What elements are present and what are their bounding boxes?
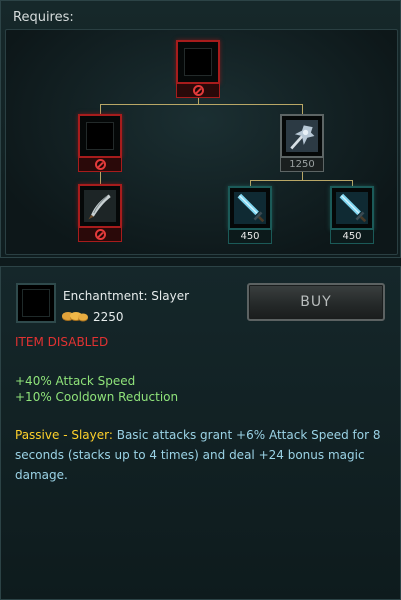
item-cost: 450: [342, 231, 362, 242]
tree-node-left-child[interactable]: [78, 114, 122, 172]
item-cost: 450: [240, 231, 260, 242]
tree-line: [250, 180, 352, 181]
disabled-icon: [193, 85, 204, 96]
tree-line: [100, 104, 302, 105]
requires-panel: Requires: 1250 450 450: [0, 0, 401, 258]
item-disabled-label: ITEM DISABLED: [15, 335, 109, 349]
item-slot: [330, 186, 374, 230]
tree-line: [100, 104, 101, 114]
item-stats: +40% Attack Speed +10% Cooldown Reductio…: [15, 373, 178, 405]
tree-node-dagger[interactable]: [78, 184, 122, 242]
item-icon: [16, 283, 56, 323]
item-name: Enchantment: Slayer: [63, 289, 190, 303]
requires-title: Requires:: [13, 10, 74, 25]
passive-name: Passive - Slayer:: [15, 428, 113, 442]
buy-button[interactable]: BUY: [247, 283, 385, 321]
item-total-cost: 2250: [93, 310, 124, 324]
disabled-icon: [95, 229, 106, 240]
recipe-tree: 1250 450 450: [5, 29, 398, 255]
tree-node-sword-1[interactable]: 450: [228, 186, 272, 244]
item-slot: [78, 184, 122, 228]
mace-icon: [286, 120, 318, 152]
item-slot: [280, 114, 324, 158]
item-slot: [176, 40, 220, 84]
stat-line: +10% Cooldown Reduction: [15, 390, 179, 404]
gold-coin-icon: [62, 312, 88, 322]
sword-icon: [336, 192, 368, 224]
item-slot: [78, 114, 122, 158]
stat-line: +40% Attack Speed: [15, 374, 136, 388]
item-cost: 1250: [289, 159, 315, 170]
item-detail-panel: Enchantment: Slayer 2250 BUY ITEM DISABL…: [0, 266, 401, 600]
passive-description: Passive - Slayer: Basic attacks grant +6…: [15, 425, 385, 485]
tree-line: [302, 104, 303, 114]
tree-node-sword-2[interactable]: 450: [330, 186, 374, 244]
tree-node-mace[interactable]: 1250: [280, 114, 324, 172]
dagger-icon: [84, 190, 116, 222]
sword-icon: [234, 192, 266, 224]
tree-line: [100, 170, 101, 184]
item-slot: [228, 186, 272, 230]
tree-node-root[interactable]: [176, 40, 220, 98]
disabled-icon: [95, 159, 106, 170]
